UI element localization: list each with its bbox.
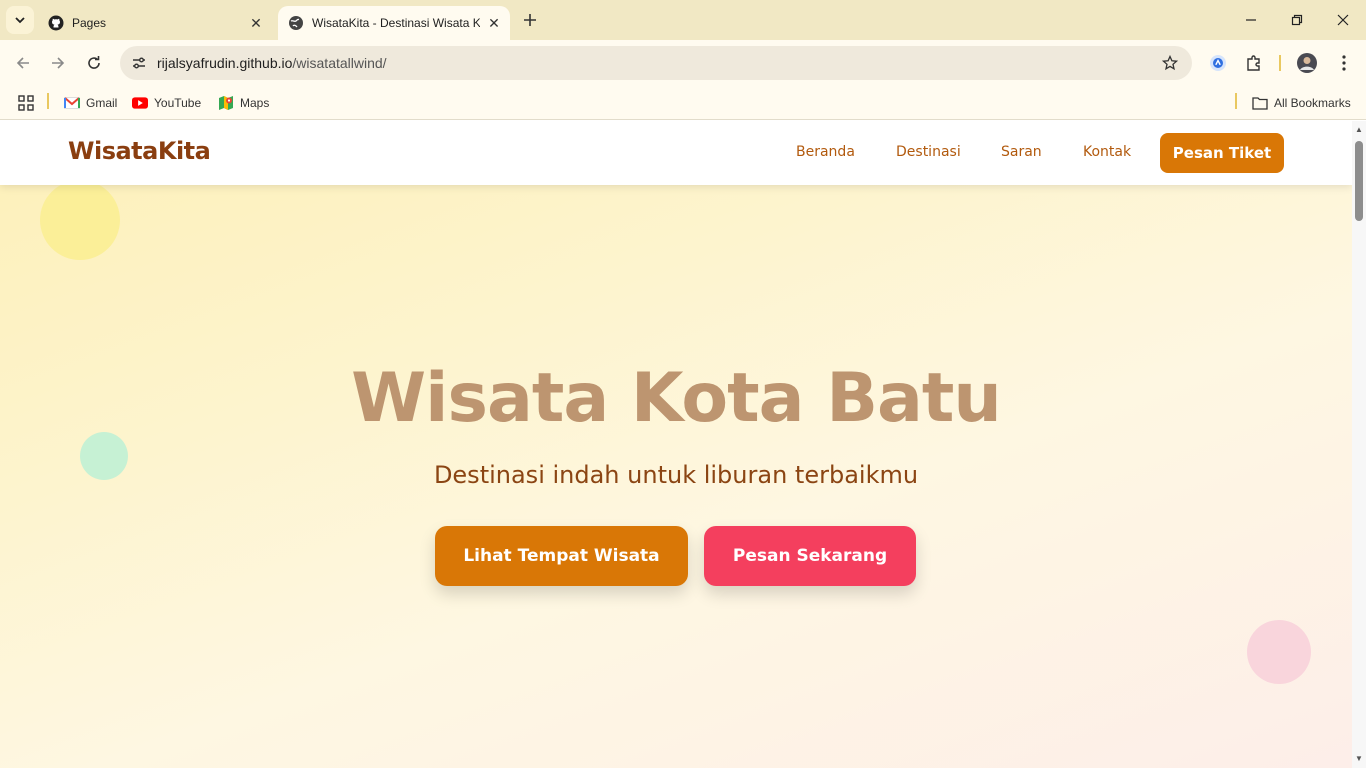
scroll-down-icon[interactable]: ▼ <box>1355 754 1363 763</box>
site-navbar: WisataKita Beranda Destinasi Saran Konta… <box>0 121 1352 185</box>
menu-icon[interactable] <box>1331 50 1357 76</box>
bookmark-label: Gmail <box>86 96 118 110</box>
new-tab-button[interactable] <box>518 8 542 32</box>
nav-saran[interactable]: Saran <box>1001 144 1042 160</box>
minimize-icon <box>1246 19 1256 21</box>
close-icon <box>1337 14 1349 26</box>
apps-button[interactable] <box>18 92 34 114</box>
close-tab-icon[interactable]: ✕ <box>248 15 264 31</box>
bookmark-youtube[interactable]: YouTube <box>132 92 201 114</box>
all-bookmarks-label: All Bookmarks <box>1274 96 1351 110</box>
puzzle-icon[interactable] <box>1241 50 1267 76</box>
site-logo[interactable]: WisataKita <box>68 137 211 165</box>
tab-pages[interactable]: Pages ✕ <box>38 6 272 40</box>
bookmarks-bar: Gmail YouTube Maps All Bookmarks <box>0 86 1366 120</box>
url-text: rijalsyafrudin.github.io/wisatatallwind/ <box>157 55 387 71</box>
reload-button[interactable] <box>79 48 109 78</box>
gmail-icon <box>64 95 80 111</box>
site-settings-icon[interactable] <box>128 52 150 74</box>
bookmark-gmail[interactable]: Gmail <box>64 92 117 114</box>
tab-wisatakita[interactable]: WisataKita - Destinasi Wisata Kota Batu … <box>278 6 510 40</box>
bookmark-star-icon[interactable] <box>1160 53 1180 73</box>
chevron-down-icon <box>15 17 25 24</box>
folder-icon <box>1252 95 1268 111</box>
forward-button[interactable] <box>43 48 73 78</box>
toolbar-divider <box>1279 55 1281 71</box>
back-button[interactable] <box>8 48 38 78</box>
bookmarks-divider <box>1235 93 1237 109</box>
tab-title: Pages <box>72 16 107 30</box>
tab-search-button[interactable] <box>6 6 34 34</box>
plus-icon <box>524 14 536 26</box>
restore-icon <box>1291 14 1303 26</box>
scroll-up-icon[interactable]: ▲ <box>1355 125 1363 134</box>
bookmark-maps[interactable]: Maps <box>218 92 269 114</box>
hero-title: Wisata Kota Batu <box>351 359 1002 438</box>
arrow-left-icon <box>16 57 29 69</box>
arrow-right-icon <box>52 57 65 69</box>
hero-subtitle: Destinasi indah untuk liburan terbaikmu <box>433 461 919 489</box>
bookmark-label: Maps <box>240 96 270 110</box>
tab-title: WisataKita - Destinasi Wisata Kota Batu <box>312 16 480 30</box>
decorative-circle-pink <box>1247 620 1311 684</box>
page-scrollbar[interactable]: ▲ ▼ <box>1352 121 1366 768</box>
maps-icon <box>218 95 234 111</box>
lihat-tempat-wisata-button[interactable]: Lihat Tempat Wisata <box>435 526 688 586</box>
close-window-button[interactable] <box>1320 0 1366 40</box>
nav-beranda[interactable]: Beranda <box>796 144 855 160</box>
close-tab-icon[interactable]: ✕ <box>486 15 502 31</box>
browser-tab-strip: Pages ✕ WisataKita - Destinasi Wisata Ko… <box>0 0 1366 40</box>
globe-icon <box>288 15 304 31</box>
nav-kontak[interactable]: Kontak <box>1083 144 1131 160</box>
all-bookmarks[interactable]: All Bookmarks <box>1252 92 1351 114</box>
nav-destinasi[interactable]: Destinasi <box>896 144 961 160</box>
url-path: /wisatatallwind/ <box>292 55 387 71</box>
scrollbar-thumb[interactable] <box>1355 141 1363 221</box>
pesan-tiket-button[interactable]: Pesan Tiket <box>1160 133 1284 173</box>
apps-grid-icon <box>18 95 34 111</box>
reload-icon <box>88 56 100 69</box>
decorative-circle-yellow <box>40 180 120 260</box>
bookmark-label: YouTube <box>154 96 202 110</box>
page-viewport: WisataKita Beranda Destinasi Saran Konta… <box>0 121 1352 768</box>
browser-toolbar: rijalsyafrudin.github.io/wisatatallwind/ <box>0 40 1366 86</box>
extension-icon[interactable] <box>1205 50 1231 76</box>
url-host: rijalsyafrudin.github.io <box>157 55 293 71</box>
profile-avatar[interactable] <box>1294 50 1320 76</box>
bookmarks-divider <box>47 93 49 109</box>
address-bar[interactable]: rijalsyafrudin.github.io/wisatatallwind/ <box>120 46 1192 80</box>
youtube-icon <box>132 95 148 111</box>
github-icon <box>48 15 64 31</box>
minimize-button[interactable] <box>1228 0 1274 40</box>
restore-button[interactable] <box>1274 0 1320 40</box>
pesan-sekarang-button[interactable]: Pesan Sekarang <box>704 526 916 586</box>
